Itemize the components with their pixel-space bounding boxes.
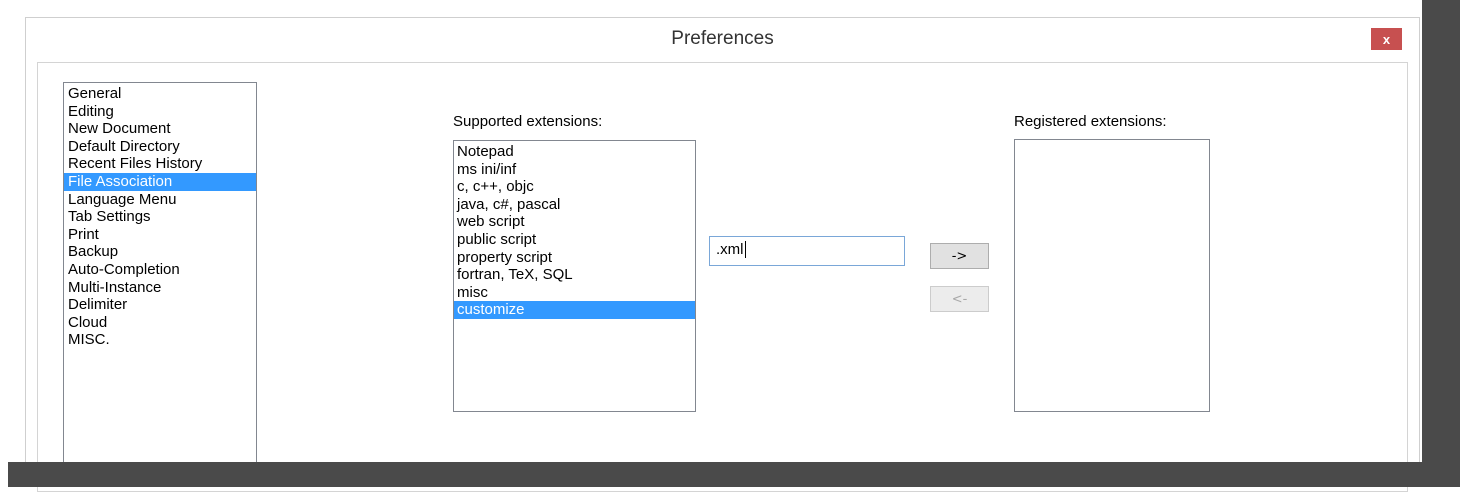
extension-type-item[interactable]: fortran, TeX, SQL (454, 266, 695, 284)
extension-type-item[interactable]: misc (454, 284, 695, 302)
title-bar[interactable]: Preferences x (26, 18, 1419, 62)
background-bar-bottom (8, 462, 1460, 487)
category-item[interactable]: Print (64, 226, 256, 244)
extension-type-item[interactable]: c, c++, objc (454, 178, 695, 196)
background-bar-right (1422, 0, 1460, 487)
category-item[interactable]: Cloud (64, 314, 256, 332)
category-item[interactable]: Language Menu (64, 191, 256, 209)
add-extension-button[interactable]: -> (930, 243, 989, 269)
category-item[interactable]: New Document (64, 120, 256, 138)
dialog-title: Preferences (671, 28, 774, 49)
extension-type-item[interactable]: web script (454, 213, 695, 231)
extension-type-item[interactable]: Notepad (454, 143, 695, 161)
category-item[interactable]: Recent Files History (64, 155, 256, 173)
category-item[interactable]: Default Directory (64, 138, 256, 156)
close-button[interactable]: x (1371, 28, 1402, 50)
category-list[interactable]: General Editing New Document Default Direct… (63, 82, 257, 482)
remove-extension-button[interactable]: <- (930, 286, 989, 312)
category-item[interactable]: Editing (64, 103, 256, 121)
category-item[interactable]: Multi-Instance (64, 279, 256, 297)
extension-type-item[interactable]: java, c#, pascal (454, 196, 695, 214)
category-item[interactable]: File Association (64, 172, 256, 191)
registered-extensions-label: Registered extensions: (1014, 113, 1167, 130)
supported-extensions-label: Supported extensions: (453, 113, 603, 130)
extension-input-value: .xml (716, 241, 744, 258)
category-item[interactable]: Auto-Completion (64, 261, 256, 279)
extension-type-item[interactable]: ms ini/inf (454, 161, 695, 179)
extension-input[interactable]: .xml (709, 236, 905, 266)
category-item[interactable]: Tab Settings (64, 208, 256, 226)
category-item[interactable]: Backup (64, 243, 256, 261)
text-caret (744, 241, 746, 258)
registered-extensions-list[interactable] (1014, 139, 1210, 412)
category-item[interactable]: MISC. (64, 331, 256, 349)
extension-type-item[interactable]: customize (454, 301, 695, 319)
extension-type-item[interactable]: property script (454, 249, 695, 267)
supported-extensions-list[interactable]: Notepad ms ini/inf c, c++, objc java, c#, p… (453, 140, 696, 412)
extension-type-item[interactable]: public script (454, 231, 695, 249)
category-item[interactable]: General (64, 85, 256, 103)
category-item[interactable]: Delimiter (64, 296, 256, 314)
